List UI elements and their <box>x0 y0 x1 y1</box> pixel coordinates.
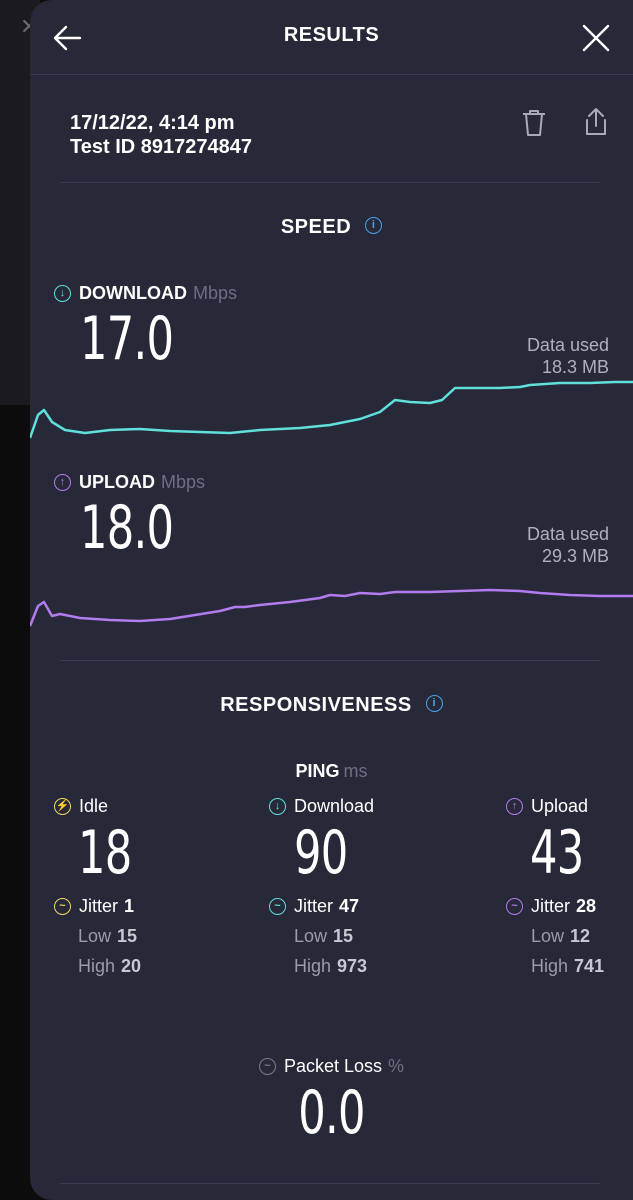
upload-unit: Mbps <box>161 472 206 492</box>
download-low-label: Low <box>294 926 328 946</box>
responsiveness-title-text: RESPONSIVENESS <box>220 694 412 716</box>
upload-low: Low 12 <box>531 926 590 947</box>
speed-info-icon[interactable]: i <box>365 217 383 235</box>
download-jitter-label: Jitter <box>294 896 334 916</box>
idle-jitter-icon: ~ <box>54 898 71 915</box>
speed-divider <box>60 660 600 661</box>
trash-icon <box>523 110 545 136</box>
meta-divider <box>60 182 600 183</box>
close-icon <box>582 24 610 52</box>
ping-label: PING <box>295 761 340 781</box>
ping-header: PING ms <box>30 761 633 782</box>
upload-data-used-label: Data used <box>526 524 609 544</box>
upload-label: ↑ UPLOAD Mbps <box>54 472 205 493</box>
idle-high-value: 20 <box>121 956 142 976</box>
test-id: Test ID 8917274847 <box>70 136 252 158</box>
idle-label: ⚡ Idle <box>54 796 234 817</box>
upload-jitter-label: Jitter <box>531 896 571 916</box>
upload-speed-graph <box>30 588 633 627</box>
speed-section-title: SPEED i <box>30 216 633 239</box>
ping-download-label: ↓ Download <box>269 796 374 817</box>
download-high-label: High <box>294 956 332 976</box>
ping-download-label-text: Download <box>294 796 375 816</box>
idle-high-label: High <box>78 956 116 976</box>
responsiveness-info-icon[interactable]: i <box>425 695 443 713</box>
bottom-divider <box>60 1183 600 1184</box>
download-jitter: ~ Jitter 47 <box>269 896 359 917</box>
idle-low-value: 15 <box>117 926 138 946</box>
responsiveness-section-title: RESPONSIVENESS i <box>30 694 633 717</box>
download-low-value: 15 <box>333 926 354 946</box>
ping-download-arrow-icon: ↓ <box>269 798 286 815</box>
speed-title-text: SPEED <box>280 216 352 238</box>
upload-jitter: ~ Jitter 28 <box>506 896 596 917</box>
upload-high: High 741 <box>531 956 604 977</box>
results-panel: RESULTS 17/12/22, 4:14 pm Test ID 891727… <box>30 0 633 1200</box>
ping-download-column: ↓ Download <box>269 796 374 817</box>
packet-loss-value: 0.0 <box>298 1078 365 1148</box>
ping-upload-label: ↑ Upload <box>506 796 588 817</box>
test-datetime: 17/12/22, 4:14 pm <box>70 112 235 134</box>
idle-jitter-value: 1 <box>124 896 135 916</box>
idle-low: Low 15 <box>78 926 137 947</box>
download-speed-value: 17.0 <box>80 304 174 374</box>
idle-low-label: Low <box>78 926 112 946</box>
upload-label-text: UPLOAD <box>79 472 155 492</box>
download-unit: Mbps <box>192 283 237 303</box>
packet-loss-icon: ~ <box>258 1058 276 1075</box>
ping-upload-label-text: Upload <box>531 796 589 816</box>
packet-loss-label-text: Packet Loss <box>283 1056 383 1076</box>
upload-jitter-icon: ~ <box>506 898 523 915</box>
download-high-value: 973 <box>337 956 368 976</box>
idle-high: High 20 <box>78 956 141 977</box>
download-arrow-icon: ↓ <box>54 285 71 302</box>
idle-ping-value: 18 <box>78 818 132 888</box>
page-title: RESULTS <box>283 24 380 46</box>
idle-label-text: Idle <box>79 796 109 816</box>
delete-button[interactable] <box>520 108 548 143</box>
idle-jitter-label: Jitter <box>79 896 119 916</box>
packet-loss-unit: % <box>388 1056 405 1076</box>
upload-jitter-value: 28 <box>576 896 597 916</box>
idle-bolt-icon: ⚡ <box>54 798 71 815</box>
upload-data-used: Data used 29.3 MB <box>527 523 609 567</box>
close-button[interactable] <box>578 20 614 56</box>
download-label: ↓ DOWNLOAD Mbps <box>54 283 237 304</box>
upload-high-value: 741 <box>574 956 605 976</box>
share-icon <box>586 108 606 135</box>
idle-jitter: ~ Jitter 1 <box>54 896 134 917</box>
upload-ping-value: 43 <box>530 818 584 888</box>
download-label-text: DOWNLOAD <box>79 283 187 303</box>
upload-data-used-value: 29.3 MB <box>541 546 609 566</box>
packet-loss-label: ~ Packet Loss % <box>30 1056 633 1077</box>
header-divider <box>30 74 633 75</box>
ping-unit: ms <box>343 761 368 781</box>
ping-upload-column: ↑ Upload <box>506 796 588 817</box>
download-data-used-label: Data used <box>526 335 609 355</box>
download-jitter-value: 47 <box>339 896 360 916</box>
download-jitter-icon: ~ <box>269 898 286 915</box>
upload-low-label: Low <box>531 926 565 946</box>
upload-high-label: High <box>531 956 569 976</box>
ping-idle-column: ⚡ Idle <box>54 796 234 817</box>
upload-arrow-icon: ↑ <box>54 474 71 491</box>
upload-speed-value: 18.0 <box>80 493 174 563</box>
download-ping-value: 90 <box>294 818 348 888</box>
share-button[interactable] <box>582 106 610 143</box>
download-high: High 973 <box>294 956 367 977</box>
ping-upload-arrow-icon: ↑ <box>506 798 523 815</box>
download-speed-graph <box>30 380 633 439</box>
upload-low-value: 12 <box>570 926 591 946</box>
download-low: Low 15 <box>294 926 353 947</box>
